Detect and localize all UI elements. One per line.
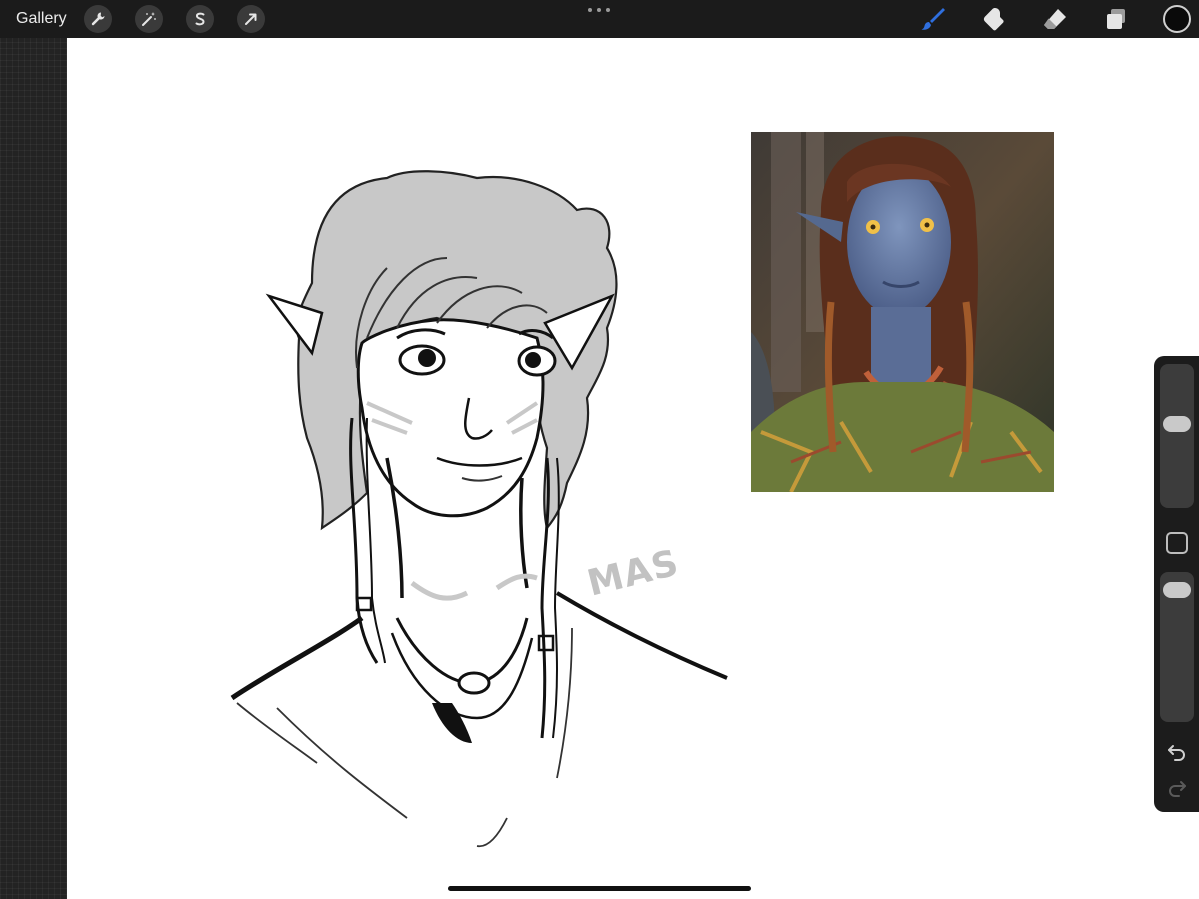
- color-picker-swatch[interactable]: [1163, 5, 1191, 33]
- transform-arrow-icon[interactable]: [237, 5, 265, 33]
- selection-s-icon[interactable]: [186, 5, 214, 33]
- layers-icon[interactable]: [1102, 5, 1130, 33]
- brush-icon[interactable]: [919, 5, 947, 33]
- more-options-icon[interactable]: [588, 5, 610, 15]
- smudge-icon[interactable]: [980, 5, 1008, 33]
- opacity-slider[interactable]: [1160, 572, 1194, 722]
- eraser-icon[interactable]: [1041, 5, 1069, 33]
- brush-size-slider[interactable]: [1160, 364, 1194, 508]
- gallery-button[interactable]: Gallery: [16, 9, 67, 29]
- brush-size-thumb[interactable]: [1163, 416, 1191, 432]
- home-indicator: [448, 886, 751, 891]
- modify-square-icon[interactable]: [1166, 532, 1188, 554]
- drawing-canvas[interactable]: MAS: [67, 38, 1199, 899]
- adjustments-magic-wand-icon[interactable]: [135, 5, 163, 33]
- opacity-thumb[interactable]: [1163, 582, 1191, 599]
- reference-photo: [751, 132, 1054, 492]
- actions-wrench-icon[interactable]: [84, 5, 112, 33]
- undo-icon[interactable]: [1165, 740, 1189, 764]
- side-toolbar: [1154, 356, 1199, 812]
- top-toolbar: Gallery: [0, 0, 1199, 38]
- redo-icon[interactable]: [1165, 776, 1189, 800]
